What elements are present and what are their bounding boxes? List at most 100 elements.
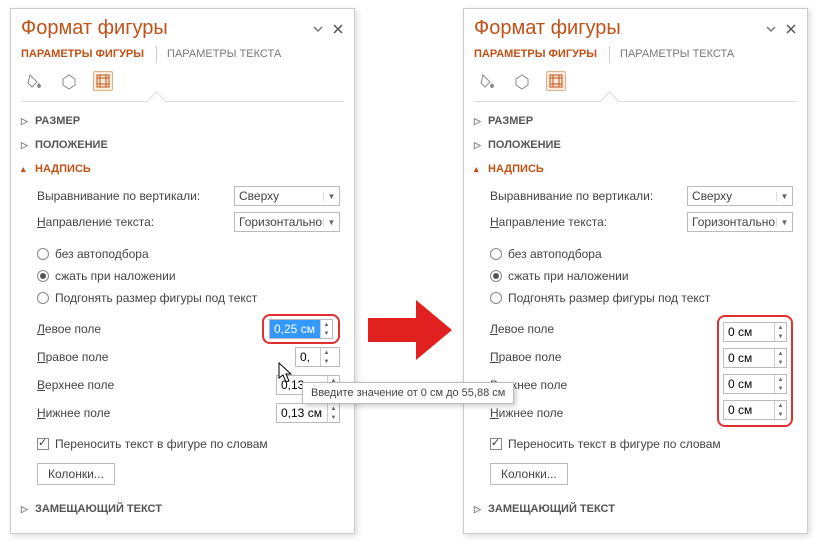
margin-right-spinner[interactable]: ▲▼ [295,347,340,367]
caret-down-icon: ▴ [21,164,31,175]
section-textbox[interactable]: ▴ НАДПИСЬ [21,157,344,181]
margin-right-label: Правое поле [490,350,717,364]
spinner-buttons[interactable]: ▲▼ [320,320,332,338]
margin-top-spinner[interactable]: ▲▼ [723,374,787,394]
section-textbox-label: НАДПИСЬ [488,163,544,175]
effects-icon[interactable] [512,71,532,91]
radio-resize[interactable]: Подгонять размер фигуры под текст [37,287,340,309]
section-textbox[interactable]: ▴ НАДПИСЬ [474,157,797,181]
radio-resize-label: Подгонять размер фигуры под текст [55,291,257,305]
radio-resize[interactable]: Подгонять размер фигуры под текст [490,287,793,309]
margin-right-input[interactable] [724,349,774,367]
margin-left-spinner[interactable]: ▲▼ [269,319,333,339]
radio-no-autofit[interactable]: без автоподбора [490,243,793,265]
fill-icon[interactable] [478,71,498,91]
valign-select[interactable]: Сверху ▼ [234,186,340,206]
margin-top-label: Верхнее поле [37,378,276,392]
section-alttext[interactable]: ▷ ЗАМЕЩАЮЩИЙ ТЕКСТ [474,497,797,521]
separator-notch [474,97,797,107]
section-position-label: ПОЛОЖЕНИЕ [35,139,108,151]
margin-bottom-spinner[interactable]: ▲▼ [723,400,787,420]
radio-icon [490,248,502,260]
radio-icon [490,292,502,304]
margin-bottom-label: Нижнее поле [490,406,717,420]
size-properties-icon[interactable] [93,71,113,91]
tabs: ПАРАМЕТРЫ ФИГУРЫ ПАРАМЕТРЫ ТЕКСТА [474,46,797,63]
margin-bottom-spinner[interactable]: ▲▼ [276,403,340,423]
section-alttext-label: ЗАМЕЩАЮЩИЙ ТЕКСТ [35,503,162,515]
textbox-body: Выравнивание по вертикали: Сверху ▼ Напр… [21,181,344,491]
radio-icon [37,248,49,260]
chevron-down-icon: ▼ [776,192,792,201]
radio-no-autofit[interactable]: без автоподбора [37,243,340,265]
section-textbox-label: НАДПИСЬ [35,163,91,175]
textbox-body: Выравнивание по вертикали: Сверху ▼ Напр… [474,181,797,491]
radio-icon-checked [490,270,502,282]
wrap-text-row[interactable]: Переносить текст в фигуре по словам [37,433,340,455]
category-icons [21,69,344,97]
size-properties-icon[interactable] [546,71,566,91]
spinner-buttons[interactable]: ▲▼ [327,404,339,422]
radio-shrink[interactable]: сжать при наложении [37,265,340,287]
direction-select[interactable]: Горизонтально ▼ [234,212,340,232]
direction-label: Направление текста: [37,215,228,229]
radio-icon [37,292,49,304]
margin-top-input[interactable] [724,375,774,393]
radio-shrink-label: сжать при наложении [508,269,629,283]
columns-button[interactable]: Колонки... [37,463,115,485]
margin-right-spinner[interactable]: ▲▼ [723,348,787,368]
margin-bottom-label: Нижнее поле [37,406,276,420]
valign-value: Сверху [235,189,323,203]
checkbox-checked-icon [37,438,49,450]
radio-shrink-label: сжать при наложении [55,269,176,283]
titlebar: Формат фигуры [474,17,797,40]
spinner-buttons[interactable]: ▲▼ [320,348,332,366]
section-size[interactable]: ▷ РАЗМЕР [474,109,797,133]
margin-right-input[interactable] [296,348,320,366]
dropdown-icon[interactable] [765,23,777,35]
chevron-down-icon: ▼ [776,218,792,227]
format-shape-panel-before: Формат фигуры ПАРАМЕТРЫ ФИГУРЫ ПАРАМЕТРЫ… [10,8,355,534]
tab-shape-options[interactable]: ПАРАМЕТРЫ ФИГУРЫ [21,46,146,63]
close-icon[interactable] [785,23,797,35]
spinner-buttons[interactable]: ▲▼ [774,401,786,419]
effects-icon[interactable] [59,71,79,91]
wrap-label: Переносить текст в фигуре по словам [508,437,721,451]
wrap-text-row[interactable]: Переносить текст в фигуре по словам [490,433,793,455]
tab-shape-options[interactable]: ПАРАМЕТРЫ ФИГУРЫ [474,46,599,63]
dropdown-icon[interactable] [312,23,324,35]
tab-text-options[interactable]: ПАРАМЕТРЫ ТЕКСТА [620,46,736,63]
window-buttons [765,23,797,35]
spinner-buttons[interactable]: ▲▼ [774,323,786,341]
highlight-all-margins: ▲▼ ▲▼ ▲▼ [717,315,793,427]
section-position[interactable]: ▷ ПОЛОЖЕНИЕ [474,133,797,157]
radio-icon-checked [37,270,49,282]
section-position[interactable]: ▷ ПОЛОЖЕНИЕ [21,133,344,157]
margin-left-label: Левое поле [490,322,717,336]
spinner-buttons[interactable]: ▲▼ [774,349,786,367]
section-size-label: РАЗМЕР [35,115,80,127]
caret-right-icon: ▷ [21,140,31,151]
mouse-cursor-icon [278,362,296,387]
radio-shrink[interactable]: сжать при наложении [490,265,793,287]
margin-left-input[interactable] [724,323,774,341]
close-icon[interactable] [332,23,344,35]
valign-select[interactable]: Сверху ▼ [687,186,793,206]
section-alttext[interactable]: ▷ ЗАМЕЩАЮЩИЙ ТЕКСТ [21,497,344,521]
margin-bottom-input[interactable] [277,404,327,422]
margin-left-spinner[interactable]: ▲▼ [723,322,787,342]
radio-resize-label: Подгонять размер фигуры под текст [508,291,710,305]
margin-bottom-input[interactable] [724,401,774,419]
tab-text-options[interactable]: ПАРАМЕТРЫ ТЕКСТА [167,46,283,63]
section-size[interactable]: ▷ РАЗМЕР [21,109,344,133]
separator-notch [21,97,344,107]
section-alttext-label: ЗАМЕЩАЮЩИЙ ТЕКСТ [488,503,615,515]
tab-separator [156,46,157,63]
fill-icon[interactable] [25,71,45,91]
spinner-buttons[interactable]: ▲▼ [774,375,786,393]
direction-select[interactable]: Горизонтально ▼ [687,212,793,232]
caret-down-icon: ▴ [474,164,484,175]
margin-left-input[interactable] [270,320,320,338]
panel-title: Формат фигуры [474,17,621,40]
columns-button[interactable]: Колонки... [490,463,568,485]
